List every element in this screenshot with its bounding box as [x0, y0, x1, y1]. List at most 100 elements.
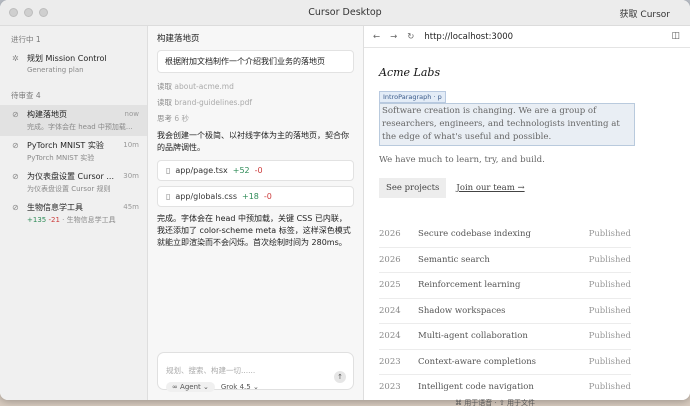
- project-title: Context-aware completions: [418, 356, 537, 367]
- project-row[interactable]: 2026 Semantic search Published: [379, 248, 631, 273]
- element-inspector-tag: IntroParagraph · p: [379, 91, 446, 103]
- intro-paragraph[interactable]: Software creation is changing. We are a …: [379, 103, 635, 146]
- site-content: Acme Labs IntroParagraph · p Software cr…: [364, 48, 690, 400]
- project-status: Published: [588, 305, 631, 316]
- lines-removed: -0: [263, 192, 272, 201]
- user-prompt: 根据附加文档制作一个介绍我们业务的落地页: [157, 50, 354, 73]
- project-status: Published: [588, 254, 631, 265]
- file-name: app/globals.css: [175, 192, 238, 201]
- join-team-link[interactable]: Join our team →: [456, 183, 524, 193]
- task-time: 45m: [123, 203, 139, 211]
- chat-title: 构建落地页: [157, 34, 200, 44]
- review-label: 待审查 4: [11, 91, 41, 100]
- composer-input[interactable]: [166, 366, 345, 375]
- task-sidebar: 进行中 1 ✲ 规划 Mission Control Generating pl…: [0, 26, 148, 400]
- project-year: 2024: [379, 331, 401, 342]
- file-icon: ▯: [166, 166, 171, 175]
- project-status: Published: [588, 331, 631, 342]
- file-change-card[interactable]: ▯ app/page.tsx +52 -0: [157, 160, 354, 181]
- project-year: 2023: [379, 382, 401, 393]
- project-title: Intelligent code navigation: [418, 382, 534, 393]
- project-year: 2024: [379, 305, 401, 316]
- see-projects-button[interactable]: See projects: [379, 178, 447, 198]
- task-title: 构建落地页: [27, 110, 67, 119]
- project-status: Published: [588, 382, 631, 393]
- task-item-bioinformatics[interactable]: ⊘ 生物信息学工具 +135 -21 · 生物信息学工具 45m: [0, 198, 147, 229]
- step-target: about-acme.md: [174, 82, 234, 91]
- project-year: 2025: [379, 280, 401, 291]
- task-time: 30m: [123, 172, 139, 180]
- file-name: app/page.tsx: [175, 166, 228, 175]
- step-verb: 思考: [157, 114, 172, 123]
- footer-hint: ⌘ 用于语音 · ⇧ 用于文件: [455, 399, 535, 406]
- task-subtitle: 为仪表盘设置 Cursor 规则: [27, 185, 111, 193]
- browser-preview: ← → ↻ http://localhost:3000 ◫ Acme Labs …: [364, 26, 690, 400]
- task-item-mission-control[interactable]: ✲ 规划 Mission Control Generating plan: [0, 49, 147, 78]
- reload-icon[interactable]: ↻: [407, 32, 414, 42]
- file-change-card[interactable]: ▯ app/globals.css +18 -0: [157, 186, 354, 207]
- app-window: Cursor Desktop 获取 Cursor 进行中 1 ✲ 规划 Miss…: [0, 0, 690, 400]
- task-title: 为仪表盘设置 Cursor ...: [27, 172, 115, 181]
- assistant-message: 完成。字体会在 head 中预加载，关键 CSS 已内联，我还添加了 color…: [157, 214, 351, 247]
- task-item-mnist[interactable]: ⊘ PyTorch MNIST 实验 PyTorch MNIST 实验 10m: [0, 136, 147, 167]
- project-row[interactable]: 2024 Multi-agent collaboration Published: [379, 324, 631, 350]
- project-row[interactable]: 2026 Secure codebase indexing Published: [379, 222, 631, 248]
- browser-toolbar: ← → ↻ http://localhost:3000 ◫: [364, 26, 690, 48]
- sub-paragraph: We have much to learn, try, and build.: [379, 155, 545, 165]
- lines-removed: -21: [48, 216, 60, 224]
- step-verb: 读取: [157, 98, 172, 107]
- project-year: 2023: [379, 356, 401, 367]
- project-title: Shadow workspaces: [418, 305, 506, 316]
- project-row[interactable]: 2023 Context-aware completions Published: [379, 350, 631, 375]
- task-item-landing-page[interactable]: ⊘ 构建落地页 完成。字体会在 head 中预加载... now: [0, 105, 147, 136]
- task-diff-summary: +135 -21 · 生物信息学工具: [27, 215, 139, 225]
- in-progress-label: 进行中 1: [11, 35, 41, 44]
- forward-arrow-icon[interactable]: →: [390, 32, 397, 42]
- project-row[interactable]: 2023 Intelligent code navigation Published: [379, 375, 631, 400]
- step-target: brand-guidelines.pdf: [174, 98, 253, 107]
- step-target: 6 秒: [174, 114, 190, 123]
- project-row[interactable]: 2024 Shadow workspaces Published: [379, 299, 631, 324]
- check-circle-icon: ⊘: [12, 172, 19, 181]
- step-thinking: 思考 6 秒: [157, 113, 354, 124]
- check-circle-icon: ⊘: [12, 110, 19, 119]
- send-icon[interactable]: ↑: [334, 371, 346, 383]
- project-title: Multi-agent collaboration: [418, 331, 528, 342]
- task-item-dashboard-rules[interactable]: ⊘ 为仪表盘设置 Cursor ... 为仪表盘设置 Cursor 规则 30m: [0, 167, 147, 198]
- task-time: now: [124, 110, 139, 118]
- lines-added: +52: [232, 166, 250, 175]
- url-bar[interactable]: http://localhost:3000: [424, 32, 513, 42]
- project-year: 2026: [379, 229, 401, 240]
- task-subtitle: · 生物信息学工具: [62, 216, 116, 224]
- task-subtitle: Generating plan: [27, 66, 84, 74]
- assistant-message: 我会创建一个极简、以衬线字体为主的落地页，契合你的品牌调性。: [157, 131, 349, 152]
- chat-panel: 构建落地页 根据附加文档制作一个介绍我们业务的落地页 读取 about-acme…: [148, 26, 364, 400]
- check-circle-icon: ⊘: [12, 203, 19, 212]
- project-title: Reinforcement learning: [418, 280, 521, 291]
- lines-added: +18: [242, 192, 259, 201]
- project-status: Published: [588, 356, 631, 367]
- back-arrow-icon[interactable]: ←: [373, 32, 380, 42]
- spinner-icon: ✲: [12, 54, 19, 63]
- model-select[interactable]: Grok 4.5 ⌄: [221, 383, 259, 391]
- project-title: Secure codebase indexing: [418, 229, 531, 240]
- task-subtitle: 完成。字体会在 head 中预加载...: [27, 123, 133, 131]
- window-title: Cursor Desktop: [308, 7, 382, 18]
- composer: ∞ Agent ⌄ Grok 4.5 ⌄ ↑: [157, 352, 354, 392]
- project-row[interactable]: 2025 Reinforcement learning Published: [379, 273, 631, 299]
- task-title: 生物信息学工具: [27, 203, 83, 212]
- title-bar: Cursor Desktop 获取 Cursor: [0, 0, 690, 26]
- task-subtitle: PyTorch MNIST 实验: [27, 154, 95, 162]
- project-status: Published: [588, 280, 631, 291]
- file-icon: ▯: [166, 192, 171, 201]
- panel-toggle-icon[interactable]: ◫: [671, 31, 680, 41]
- task-time: 10m: [123, 141, 139, 149]
- task-title: 规划 Mission Control: [27, 54, 107, 63]
- project-year: 2026: [379, 254, 401, 265]
- get-cursor-button[interactable]: 获取 Cursor: [620, 7, 670, 20]
- agent-mode-select[interactable]: ∞ Agent ⌄: [166, 382, 215, 392]
- step-read-about: 读取 about-acme.md: [157, 81, 354, 92]
- lines-added: +135: [27, 216, 47, 224]
- project-status: Published: [588, 229, 631, 240]
- project-title: Semantic search: [418, 254, 490, 265]
